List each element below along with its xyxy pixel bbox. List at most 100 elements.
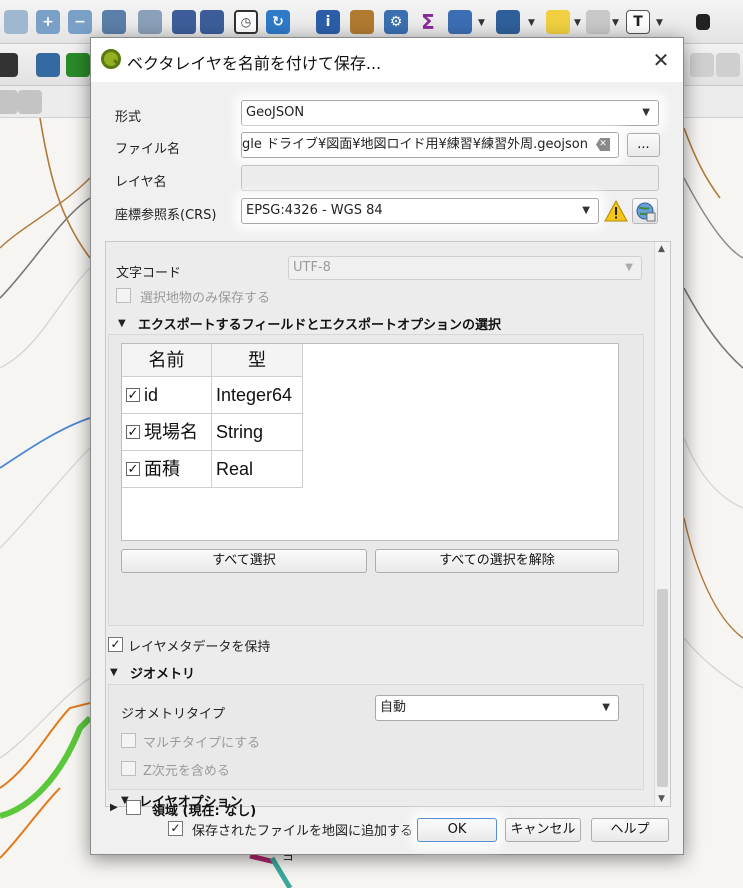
help-button[interactable]: ヘルプ [591, 818, 669, 842]
collapse-triangle-icon[interactable]: ▼ [121, 795, 129, 806]
field-name: 現場名 [144, 422, 198, 442]
geometry-type-label: ジオメトリタイプ [121, 707, 226, 722]
column-header-type[interactable]: 型 [212, 344, 303, 377]
filename-label: ファイル名 [115, 142, 181, 157]
identify-icon[interactable]: i [316, 10, 340, 34]
dialog-title: ベクタレイヤを名前を付けて保存... [127, 54, 382, 73]
deselect-all-button[interactable]: すべての選択を解除 [375, 549, 619, 573]
layout-icon[interactable] [496, 10, 520, 34]
geometry-type-value: 自動 [380, 700, 407, 715]
field-name: id [144, 385, 159, 405]
collapse-triangle-icon[interactable]: ▼ [118, 318, 126, 329]
scroll-up-icon[interactable]: ▲ [658, 244, 665, 254]
table-row-type[interactable]: Real [212, 451, 303, 488]
tips-icon[interactable] [696, 14, 710, 30]
layername-input[interactable] [241, 165, 659, 191]
vertical-scrollbar[interactable]: ▲ ▼ [654, 242, 670, 806]
crs-select[interactable]: EPSG:4326 - WGS 84 ▼ [241, 198, 599, 224]
multitype-checkbox[interactable] [121, 733, 136, 748]
label-pin-icon[interactable] [18, 90, 42, 114]
label-icon[interactable] [0, 90, 18, 114]
zoom-out-icon[interactable]: − [68, 10, 92, 34]
field-name: 面積 [144, 459, 180, 479]
encoding-select[interactable]: UTF-8 ▼ [288, 256, 642, 280]
table-row-name[interactable]: ✓ 現場名 [122, 414, 212, 451]
field-checkbox[interactable]: ✓ [126, 387, 140, 402]
geometry-group: ジオメトリタイプ 自動 ▼ マルチタイプにする Z次元を含める [108, 684, 644, 790]
warning-icon [604, 199, 628, 222]
table-row-name[interactable]: ✓ 面積 [122, 451, 212, 488]
vertex-icon[interactable] [716, 53, 740, 77]
column-header-name[interactable]: 名前 [122, 344, 212, 377]
table-row-name[interactable]: ✓ id [122, 377, 212, 414]
search-icon[interactable] [586, 10, 610, 34]
chevron-down-icon[interactable]: ▼ [528, 18, 535, 28]
zoom-full-icon[interactable] [102, 10, 126, 34]
encoding-value: UTF-8 [293, 260, 331, 275]
add-to-map-checkbox[interactable]: ✓ [168, 821, 183, 836]
annotation-icon[interactable] [546, 10, 570, 34]
digitize-icon[interactable] [690, 53, 714, 77]
attribute-table-icon[interactable] [350, 10, 374, 34]
format-select[interactable]: GeoJSON ▼ [241, 100, 659, 126]
python-icon[interactable] [36, 53, 60, 77]
chevron-down-icon[interactable]: ▼ [478, 18, 485, 28]
field-checkbox[interactable]: ✓ [126, 461, 140, 476]
chevron-down-icon: ▼ [642, 107, 650, 118]
qgis-logo-icon [101, 49, 121, 69]
filename-input[interactable]: gle ドライブ¥図面¥地図ロイド用¥練習¥練習外周.geojson ✕ [241, 132, 619, 158]
save-vector-layer-dialog: ベクタレイヤを名前を付けて保存... ✕ 形式 GeoJSON ▼ ファイル名 … [90, 37, 684, 855]
encoding-label: 文字コード [116, 266, 182, 281]
format-value: GeoJSON [246, 105, 305, 120]
clear-icon[interactable]: ✕ [596, 138, 610, 151]
dialog-titlebar[interactable]: ベクタレイヤを名前を付けて保存... ✕ [91, 38, 683, 82]
chevron-down-icon: ▼ [582, 205, 590, 216]
geometry-type-select[interactable]: 自動 ▼ [375, 695, 619, 721]
plugin-icon[interactable] [66, 53, 90, 77]
fields-group: 名前 型 ✓ id Integer64 ✓ 現場名 String ✓ 面積 Real … [108, 334, 644, 626]
keep-metadata-label: レイヤメタデータを保持 [128, 640, 271, 655]
selected-only-label: 選択地物のみ保存する [140, 291, 271, 306]
bookmarks-icon[interactable] [200, 10, 224, 34]
selected-only-checkbox[interactable] [116, 288, 131, 303]
options-scroll-area[interactable]: 文字コード UTF-8 ▼ 選択地物のみ保存する ▼ エクスポートするフィールド… [105, 241, 671, 819]
multitype-label: マルチタイプにする [143, 736, 261, 751]
layer-options-section-header[interactable]: レイヤオプション [139, 791, 243, 810]
keep-metadata-checkbox[interactable]: ✓ [108, 637, 123, 652]
fields-table[interactable]: 名前 型 ✓ id Integer64 ✓ 現場名 String ✓ 面積 Real [121, 343, 619, 541]
gps-icon[interactable] [0, 53, 18, 77]
z-dimension-label: Z次元を含める [143, 764, 230, 779]
browse-button[interactable]: ... [627, 133, 660, 157]
text-icon[interactable]: T [626, 10, 650, 34]
crs-selector-button[interactable] [632, 198, 658, 224]
table-row-type[interactable]: Integer64 [212, 377, 303, 414]
select-all-button[interactable]: すべて選択 [121, 549, 367, 573]
chevron-down-icon: ▼ [602, 702, 610, 713]
geometry-section-header[interactable]: ジオメトリ [130, 663, 195, 682]
collapse-triangle-icon[interactable]: ▼ [110, 667, 118, 678]
cancel-button[interactable]: キャンセル [505, 818, 581, 842]
chevron-down-icon[interactable]: ▼ [656, 18, 663, 28]
filename-value: gle ドライブ¥図面¥地図ロイド用¥練習¥練習外周.geojson [242, 137, 588, 152]
clock-icon[interactable]: ◷ [234, 10, 258, 34]
gear-icon[interactable]: ⚙ [384, 10, 408, 34]
sigma-icon[interactable]: Σ [416, 10, 440, 34]
bookmark-icon[interactable] [172, 10, 196, 34]
format-label: 形式 [115, 110, 142, 125]
chevron-down-icon[interactable]: ▼ [612, 18, 619, 28]
expand-triangle-icon[interactable]: ▶ [110, 802, 118, 813]
field-checkbox[interactable]: ✓ [126, 424, 140, 439]
zoom-in-icon[interactable]: + [36, 10, 60, 34]
ok-button[interactable]: OK [417, 818, 497, 842]
close-button[interactable]: ✕ [647, 46, 675, 74]
refresh-icon[interactable]: ↻ [266, 10, 290, 34]
scroll-down-icon[interactable]: ▼ [658, 794, 665, 804]
chevron-down-icon[interactable]: ▼ [574, 18, 581, 28]
pan-map-icon[interactable] [4, 10, 28, 34]
table-icon[interactable] [448, 10, 472, 34]
zoom-layer-icon[interactable] [138, 10, 162, 34]
z-dimension-checkbox[interactable] [121, 761, 136, 776]
fields-section-header[interactable]: エクスポートするフィールドとエクスポートオプションの選択 [138, 314, 501, 333]
table-row-type[interactable]: String [212, 414, 303, 451]
scrollbar-thumb[interactable] [657, 589, 668, 787]
